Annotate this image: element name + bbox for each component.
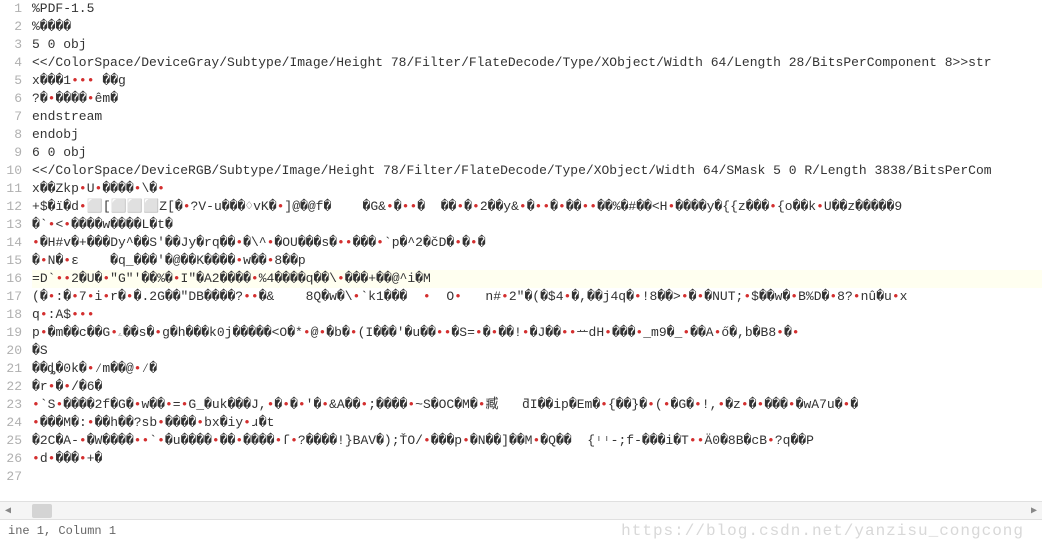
- code-line[interactable]: x���1••• ��g: [32, 72, 1042, 90]
- code-line[interactable]: •���M�:•��h��?sb•����•bx�iy•ɹ�t: [32, 414, 1042, 432]
- code-line[interactable]: 6 0 obj: [32, 144, 1042, 162]
- line-number-gutter: 1234567891011121314151617181920212223242…: [0, 0, 32, 501]
- code-line[interactable]: 5 0 obj: [32, 36, 1042, 54]
- code-line[interactable]: %PDF-1.5: [32, 0, 1042, 18]
- code-line[interactable]: •`S•����2f�G�•w��•=•G_�uk���J,•�•�•'�•&A…: [32, 396, 1042, 414]
- cursor-position: ine 1, Column 1: [8, 524, 621, 538]
- code-line[interactable]: (�•:�•7•i•r�•�.2G��"DB����?••�& 8Q�w�\•`…: [32, 288, 1042, 306]
- code-line[interactable]: �•N�•ε �q_���'�@��K����•w��•8��p: [32, 252, 1042, 270]
- horizontal-scrollbar[interactable]: ◀ ▶: [0, 501, 1042, 519]
- line-number: 12: [6, 198, 22, 216]
- editor-container: 1234567891011121314151617181920212223242…: [0, 0, 1042, 501]
- code-line[interactable]: ��ȡ�0k�•⁄m��@•⁄�: [32, 360, 1042, 378]
- line-number: 7: [6, 108, 22, 126]
- line-number: 1: [6, 0, 22, 18]
- code-line[interactable]: <</ColorSpace/DeviceRGB/Subtype/Image/He…: [32, 162, 1042, 180]
- scrollbar-track[interactable]: [32, 504, 1010, 518]
- code-content-area[interactable]: %PDF-1.5%����5 0 obj<</ColorSpace/Device…: [32, 0, 1042, 501]
- line-number: 19: [6, 324, 22, 342]
- line-number: 13: [6, 216, 22, 234]
- scroll-right-arrow-icon[interactable]: ▶: [1026, 503, 1042, 519]
- line-number: 5: [6, 72, 22, 90]
- watermark-text: https://blog.csdn.net/yanzisu_congcong: [621, 522, 1034, 540]
- line-number: 14: [6, 234, 22, 252]
- line-number: 10: [6, 162, 22, 180]
- line-number: 2: [6, 18, 22, 36]
- code-line[interactable]: p•�m��c��G•ۦ��s�•g�h���k0j�����<O�*•@•�b…: [32, 324, 1042, 342]
- code-line[interactable]: q•:A$•••: [32, 306, 1042, 324]
- code-line[interactable]: •d•���•+�: [32, 450, 1042, 468]
- line-number: 17: [6, 288, 22, 306]
- code-line[interactable]: <</ColorSpace/DeviceGray/Subtype/Image/H…: [32, 54, 1042, 72]
- line-number: 16: [6, 270, 22, 288]
- line-number: 9: [6, 144, 22, 162]
- code-line[interactable]: �`•<•����w����L�t�: [32, 216, 1042, 234]
- line-number: 20: [6, 342, 22, 360]
- status-bar: ine 1, Column 1 https://blog.csdn.net/ya…: [0, 519, 1042, 541]
- code-line[interactable]: �2C�A-•�W����••`•�u����•��•����•ſ•?����!…: [32, 432, 1042, 450]
- code-line[interactable]: [32, 468, 1042, 486]
- code-line[interactable]: �r•�•/�6�: [32, 378, 1042, 396]
- line-number: 11: [6, 180, 22, 198]
- line-number: 22: [6, 378, 22, 396]
- line-number: 26: [6, 450, 22, 468]
- line-number: 8: [6, 126, 22, 144]
- code-line[interactable]: %����: [32, 18, 1042, 36]
- code-line[interactable]: •�H#v�+���Dy^��S'��Jy�rq��•�\^•�OU���s�•…: [32, 234, 1042, 252]
- line-number: 27: [6, 468, 22, 486]
- code-line[interactable]: �S: [32, 342, 1042, 360]
- code-line[interactable]: endstream: [32, 108, 1042, 126]
- line-number: 18: [6, 306, 22, 324]
- line-number: 25: [6, 432, 22, 450]
- line-number: 15: [6, 252, 22, 270]
- line-number: 21: [6, 360, 22, 378]
- scroll-left-arrow-icon[interactable]: ◀: [0, 503, 16, 519]
- scrollbar-thumb[interactable]: [32, 504, 52, 518]
- code-line[interactable]: ?�•����•êm�: [32, 90, 1042, 108]
- line-number: 23: [6, 396, 22, 414]
- line-number: 4: [6, 54, 22, 72]
- line-number: 24: [6, 414, 22, 432]
- code-line[interactable]: endobj: [32, 126, 1042, 144]
- line-number: 3: [6, 36, 22, 54]
- code-line[interactable]: +$�ï�d•⬜[⬜⬜⬜Z[�•?V-u���♢vK�•]@�@f� �G&•�…: [32, 198, 1042, 216]
- code-line[interactable]: x��Zkp•U•����•\�•: [32, 180, 1042, 198]
- code-line[interactable]: =D`••2�U�•"G"'��%�•I"�A2����•%4����q��\•…: [32, 270, 1042, 288]
- line-number: 6: [6, 90, 22, 108]
